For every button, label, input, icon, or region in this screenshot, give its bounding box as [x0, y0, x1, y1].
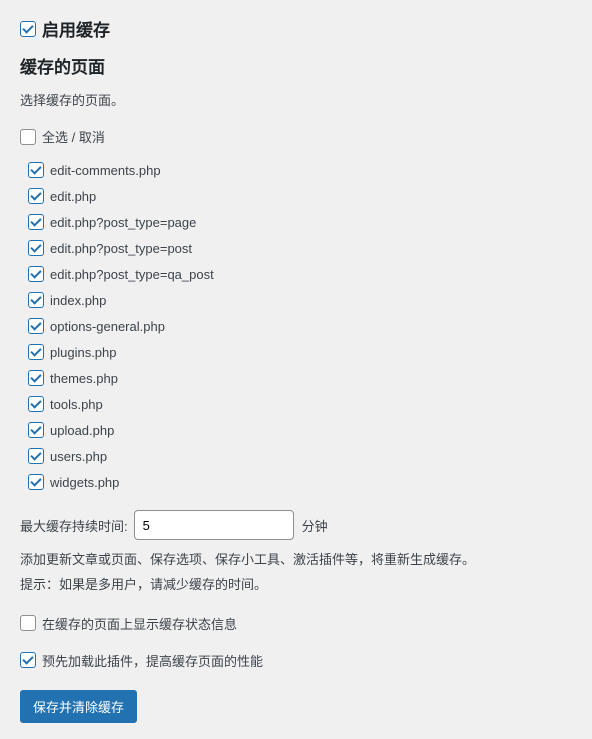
- page-item-checkbox[interactable]: [28, 266, 44, 282]
- page-item-label: tools.php: [50, 397, 103, 412]
- enable-cache-label: 启用缓存: [42, 16, 110, 41]
- page-item-label: edit.php?post_type=page: [50, 215, 196, 230]
- page-item-checkbox[interactable]: [28, 162, 44, 178]
- save-button[interactable]: 保存并清除缓存: [20, 690, 137, 723]
- page-item-label: widgets.php: [50, 475, 119, 490]
- cached-pages-description: 选择缓存的页面。: [20, 90, 572, 109]
- page-item-label: themes.php: [50, 371, 118, 386]
- page-item-label: options-general.php: [50, 319, 165, 334]
- page-item-label: upload.php: [50, 423, 114, 438]
- page-item-label: index.php: [50, 293, 106, 308]
- page-item-checkbox[interactable]: [28, 240, 44, 256]
- duration-input[interactable]: [134, 510, 294, 540]
- page-item-label: plugins.php: [50, 345, 117, 360]
- duration-unit: 分钟: [302, 516, 328, 535]
- preload-checkbox[interactable]: [20, 652, 36, 668]
- show-status-label: 在缓存的页面上显示缓存状态信息: [42, 614, 237, 633]
- hint-line-2: 提示：如果是多用户，请减少缓存的时间。: [20, 575, 572, 596]
- page-item-checkbox[interactable]: [28, 214, 44, 230]
- page-item-label: edit.php: [50, 189, 96, 204]
- page-item-checkbox[interactable]: [28, 292, 44, 308]
- page-item-checkbox[interactable]: [28, 370, 44, 386]
- hint-line-1: 添加更新文章或页面、保存选项、保存小工具、激活插件等，将重新生成缓存。: [20, 550, 572, 571]
- show-status-checkbox[interactable]: [20, 615, 36, 631]
- enable-cache-checkbox[interactable]: [20, 21, 36, 37]
- cached-pages-title: 缓存的页面: [20, 53, 572, 78]
- duration-label: 最大缓存持续时间:: [20, 516, 128, 535]
- page-item-checkbox[interactable]: [28, 448, 44, 464]
- page-item-checkbox[interactable]: [28, 474, 44, 490]
- page-item-checkbox[interactable]: [28, 188, 44, 204]
- page-item-label: users.php: [50, 449, 107, 464]
- page-item-label: edit-comments.php: [50, 163, 161, 178]
- page-item-checkbox[interactable]: [28, 396, 44, 412]
- select-all-checkbox[interactable]: [20, 129, 36, 145]
- pages-list: edit-comments.php edit.php edit.php?post_t…: [28, 162, 572, 490]
- select-all-label: 全选 / 取消: [42, 127, 105, 146]
- page-item-checkbox[interactable]: [28, 344, 44, 360]
- page-item-label: edit.php?post_type=post: [50, 241, 192, 256]
- page-item-checkbox[interactable]: [28, 422, 44, 438]
- page-item-checkbox[interactable]: [28, 318, 44, 334]
- preload-label: 预先加载此插件，提高缓存页面的性能: [42, 651, 263, 670]
- page-item-label: edit.php?post_type=qa_post: [50, 267, 214, 282]
